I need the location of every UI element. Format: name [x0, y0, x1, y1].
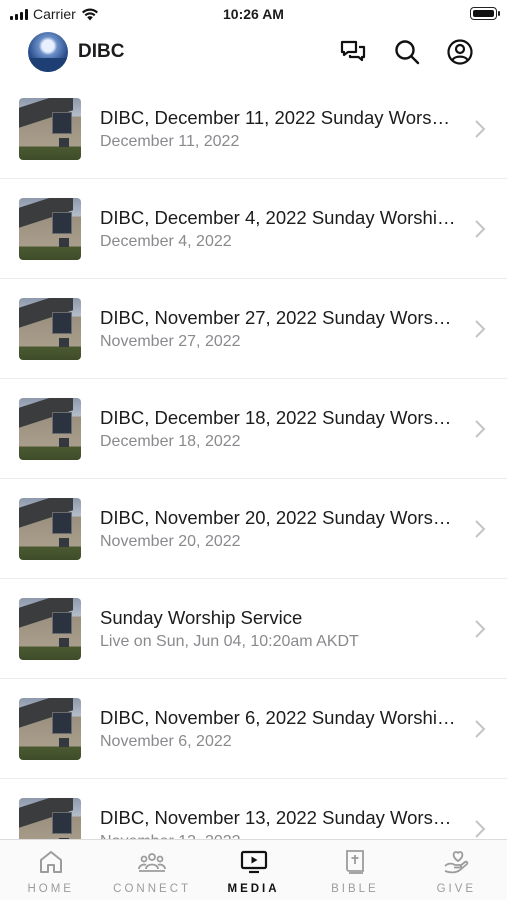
tv-play-icon [240, 850, 267, 874]
status-bar: Carrier 10:26 AM [0, 0, 507, 28]
media-item[interactable]: DIBC, November 27, 2022 Sunday Worship S… [0, 279, 507, 379]
sermon-thumbnail [19, 198, 81, 260]
group-icon [138, 853, 167, 872]
media-item[interactable]: Sunday Worship Service Live on Sun, Jun … [0, 579, 507, 679]
sermon-thumbnail [19, 798, 81, 841]
tab-label: MEDIA [227, 883, 280, 895]
chevron-right-icon [475, 320, 486, 338]
media-list: DIBC, December 11, 2022 Sunday Worship S… [0, 79, 507, 841]
church-logo[interactable] [28, 32, 68, 72]
chat-icon[interactable] [339, 38, 367, 66]
media-date: December 4, 2022 [100, 233, 232, 250]
media-item[interactable]: DIBC, November 13, 2022 Sunday Worship S… [0, 779, 507, 841]
bible-icon [346, 850, 364, 874]
sermon-thumbnail [19, 398, 81, 460]
battery-icon [470, 7, 500, 20]
give-heart-icon [444, 851, 469, 874]
tab-connect[interactable]: CONNECT [101, 840, 202, 900]
media-title: DIBC, December 18, 2022 Sunday Worship S… [100, 407, 460, 428]
sermon-thumbnail [19, 298, 81, 360]
media-title: DIBC, November 27, 2022 Sunday Worship S… [100, 307, 460, 328]
media-title: DIBC, December 11, 2022 Sunday Worship S… [100, 107, 460, 128]
media-date: November 20, 2022 [100, 533, 241, 550]
media-title: DIBC, December 4, 2022 Sunday Worship Se… [100, 207, 460, 228]
media-item[interactable]: DIBC, December 4, 2022 Sunday Worship Se… [0, 179, 507, 279]
sermon-thumbnail [19, 698, 81, 760]
tab-media[interactable]: MEDIA [203, 840, 304, 900]
media-date: December 11, 2022 [100, 133, 240, 150]
chevron-right-icon [475, 120, 486, 138]
bottom-tab-bar: HOME CONNECT MEDIA BIBLE GIVE [0, 839, 507, 900]
tab-label: CONNECT [113, 883, 192, 895]
profile-icon[interactable] [446, 38, 474, 66]
media-item[interactable]: DIBC, December 11, 2022 Sunday Worship S… [0, 79, 507, 179]
media-title: DIBC, November 6, 2022 Sunday Worship Se… [100, 707, 460, 728]
media-item[interactable]: DIBC, December 18, 2022 Sunday Worship S… [0, 379, 507, 479]
media-title: DIBC, November 13, 2022 Sunday Worship S… [100, 807, 460, 828]
sermon-thumbnail [19, 598, 81, 660]
media-live-label: Live on Sun, Jun 04, 10:20am AKDT [100, 633, 359, 650]
chevron-right-icon [475, 420, 486, 438]
media-title: DIBC, November 20, 2022 Sunday Worship S… [100, 507, 460, 528]
chevron-right-icon [475, 620, 486, 638]
tab-label: GIVE [436, 883, 477, 895]
media-date: November 27, 2022 [100, 333, 241, 350]
chevron-right-icon [475, 720, 486, 738]
tab-bible[interactable]: BIBLE [304, 840, 405, 900]
tab-give[interactable]: GIVE [406, 840, 507, 900]
sermon-thumbnail [19, 498, 81, 560]
app-title: DIBC [78, 41, 125, 62]
home-icon [39, 851, 62, 873]
media-title: Sunday Worship Service [100, 607, 303, 628]
tab-home[interactable]: HOME [0, 840, 101, 900]
media-date: December 18, 2022 [100, 433, 241, 450]
media-item[interactable]: DIBC, November 6, 2022 Sunday Worship Se… [0, 679, 507, 779]
chevron-right-icon [475, 220, 486, 238]
media-item[interactable]: DIBC, November 20, 2022 Sunday Worship S… [0, 479, 507, 579]
chevron-right-icon [475, 520, 486, 538]
tab-label: BIBLE [331, 883, 379, 895]
status-time: 10:26 AM [223, 6, 284, 22]
sermon-thumbnail [19, 98, 81, 160]
media-date: November 6, 2022 [100, 733, 232, 750]
chevron-right-icon [475, 820, 486, 838]
tab-label: HOME [27, 883, 74, 895]
app-header: DIBC [0, 28, 507, 86]
search-icon[interactable] [393, 38, 421, 66]
